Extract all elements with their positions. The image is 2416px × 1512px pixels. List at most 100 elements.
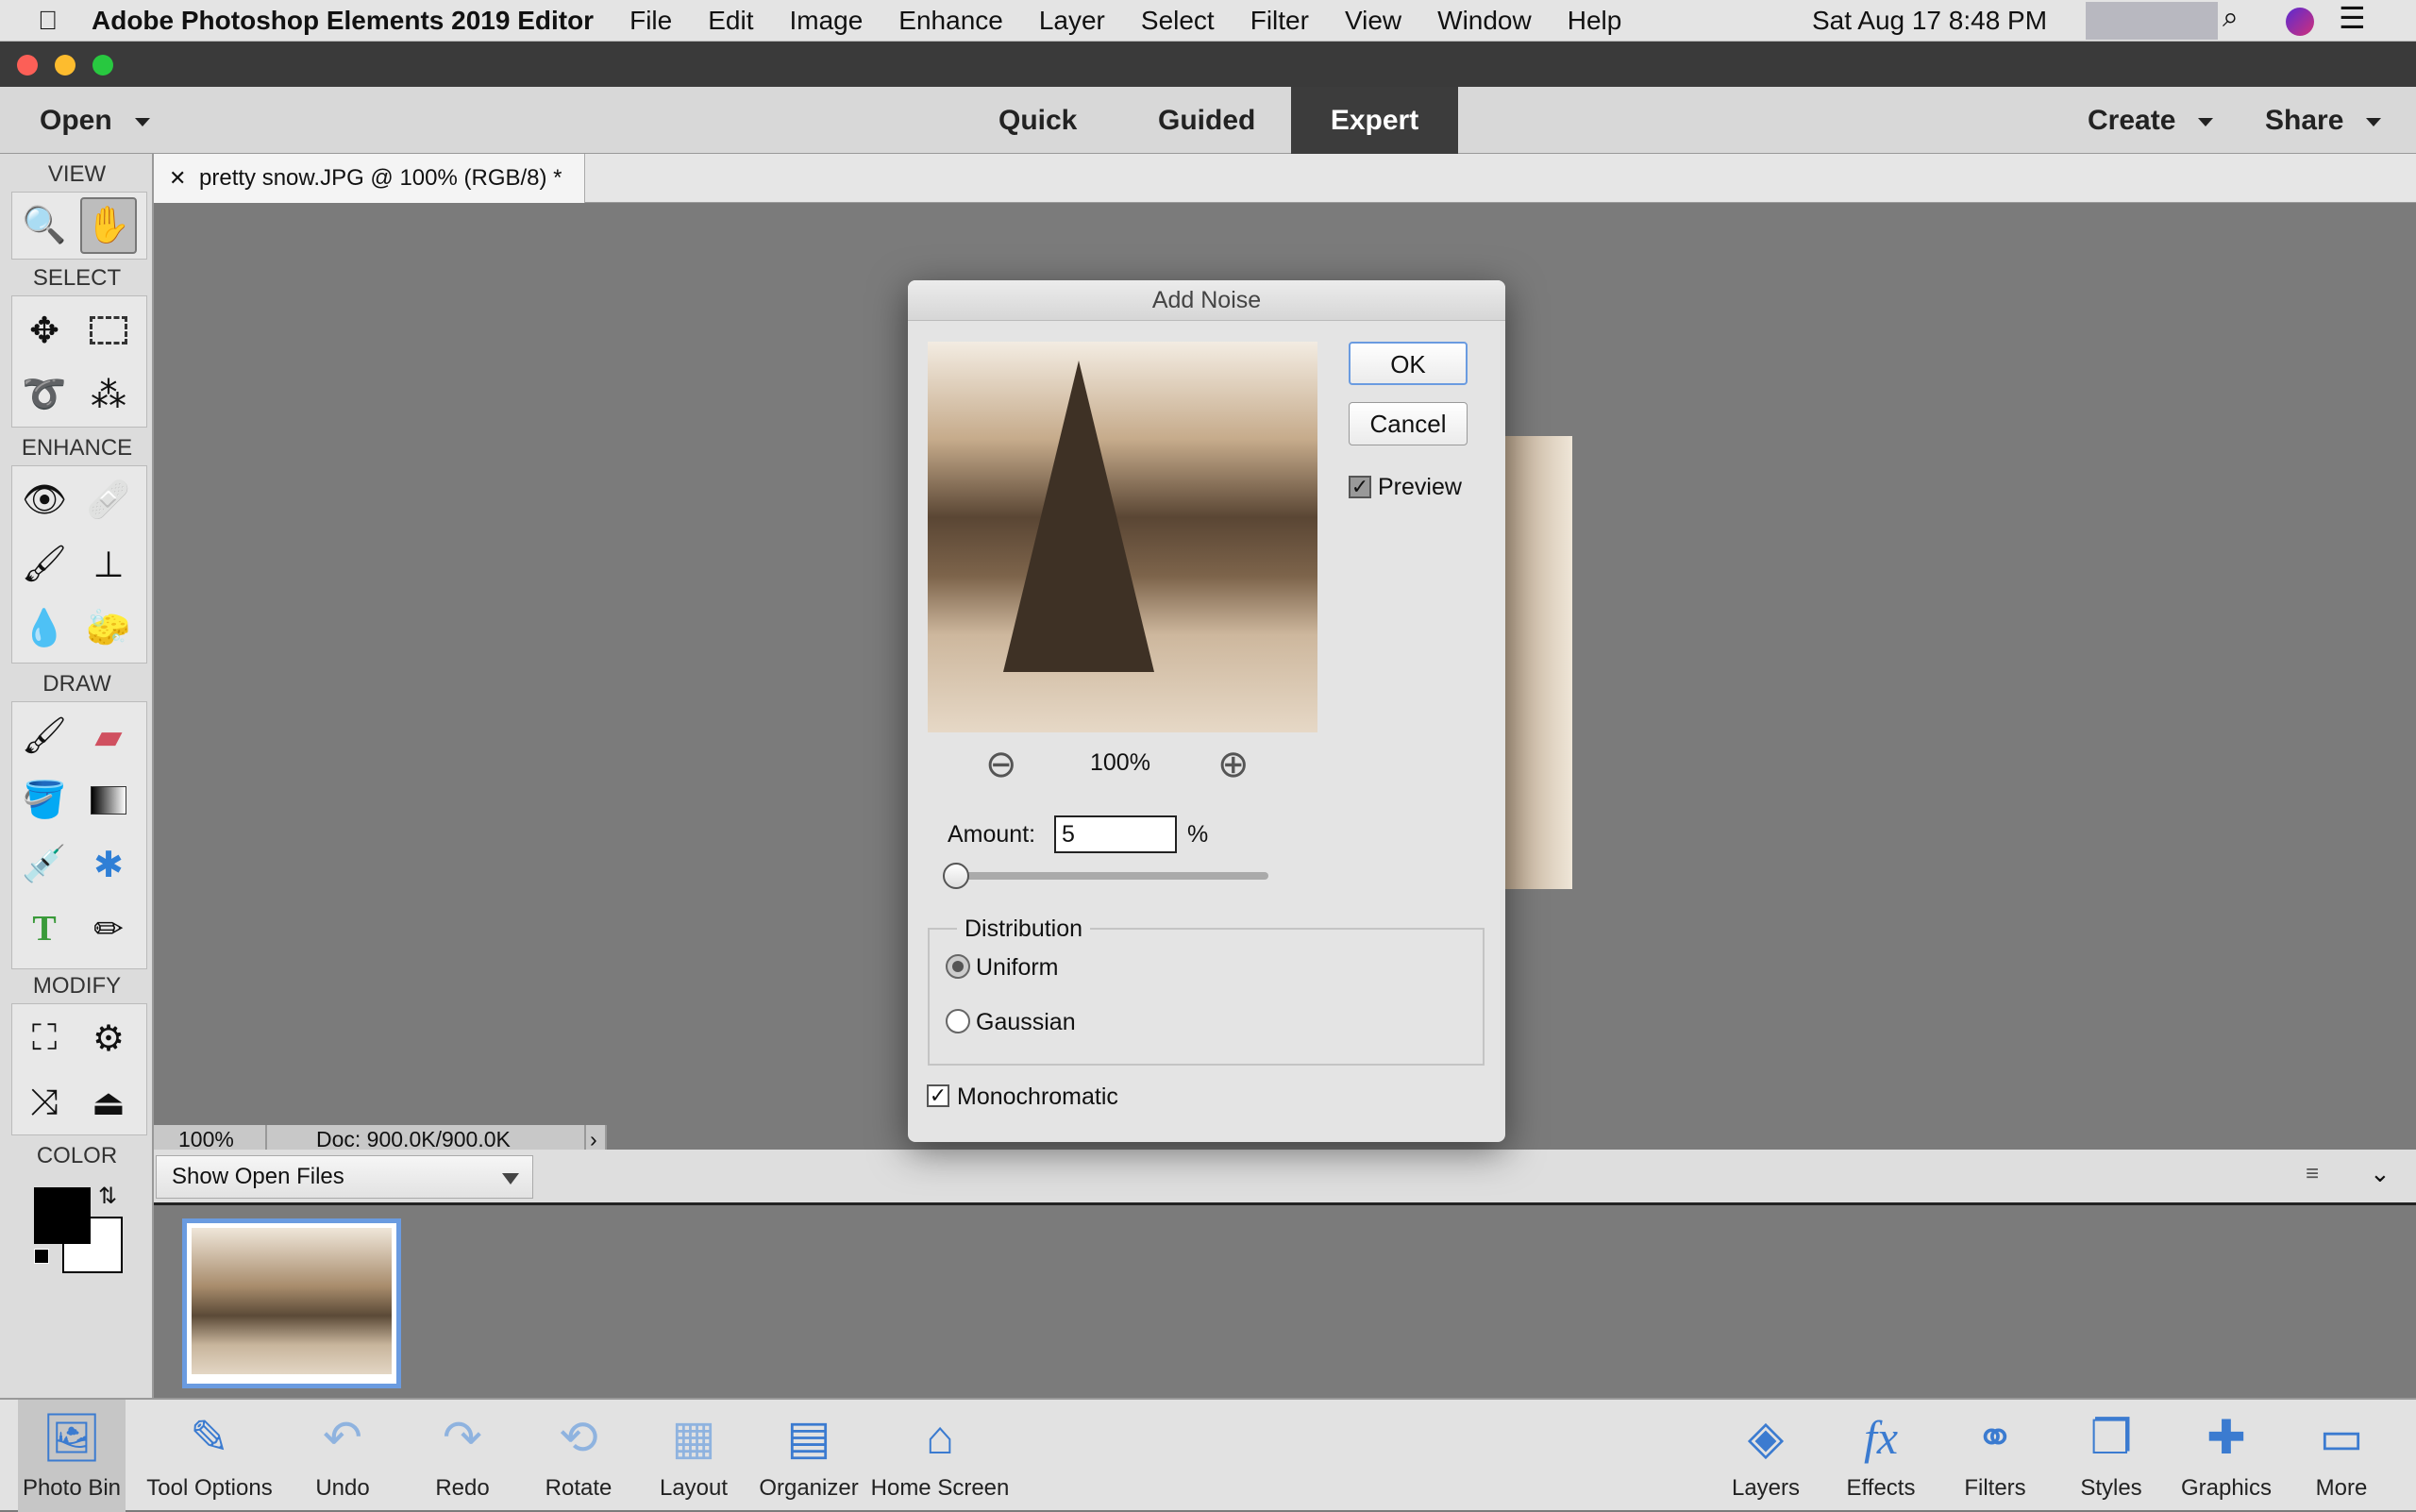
tool-options-button[interactable]: ✎ Tool Options <box>146 1400 272 1512</box>
datetime[interactable]: Sat Aug 17 8:48 PM <box>1812 6 2047 36</box>
healing-brush-icon[interactable]: 🩹 <box>80 472 137 529</box>
smart-brush-icon[interactable]: 🖌 <box>16 536 73 593</box>
pencil-tool-icon[interactable]: ✏ <box>80 900 137 957</box>
zoom-tool-icon[interactable]: 🔍 <box>16 197 73 254</box>
thumbnail-image <box>192 1228 392 1374</box>
amount-slider-track[interactable] <box>943 872 1268 880</box>
share-label: Share <box>2265 105 2344 136</box>
apple-icon[interactable]:  <box>38 6 58 36</box>
amount-input[interactable]: 5 <box>1054 815 1177 853</box>
zoom-window-button[interactable] <box>92 55 113 76</box>
type-tool-icon[interactable]: T <box>16 900 73 957</box>
styles-button[interactable]: ❐ Styles <box>2080 1400 2141 1512</box>
layout-button[interactable]: ▦ Layout <box>660 1400 728 1512</box>
tab-expert[interactable]: Expert <box>1291 87 1458 154</box>
marquee-tool-icon[interactable] <box>80 302 137 359</box>
collapse-bin-icon[interactable]: ⌄ <box>2370 1159 2391 1188</box>
photo-thumbnail[interactable] <box>182 1218 401 1388</box>
redo-button[interactable]: ↷ Redo <box>435 1400 489 1512</box>
photo-bin-button[interactable]: 🖼 Photo Bin <box>18 1400 126 1512</box>
bin-options-icon[interactable]: ≡ <box>2306 1161 2319 1187</box>
bin-source-dropdown[interactable]: Show Open Files <box>156 1155 533 1199</box>
gaussian-label: Gaussian <box>976 1009 1076 1035</box>
menu-layer[interactable]: Layer <box>1039 6 1105 36</box>
lasso-tool-icon[interactable]: ➰ <box>16 366 73 423</box>
menu-edit[interactable]: Edit <box>708 6 753 36</box>
effects-button[interactable]: fx Effects <box>1847 1400 1916 1512</box>
app-name[interactable]: Adobe Photoshop Elements 2019 Editor <box>92 6 594 36</box>
rotate-button[interactable]: ⟲ Rotate <box>545 1400 612 1512</box>
amount-label: Amount: <box>948 821 1036 848</box>
menu-file[interactable]: File <box>629 6 672 36</box>
graphics-button[interactable]: ✚ Graphics <box>2181 1400 2272 1512</box>
undo-button[interactable]: ↶ Undo <box>315 1400 369 1512</box>
eyedropper-icon[interactable]: 💉 <box>16 836 73 893</box>
swap-colors-icon[interactable]: ⇅ <box>98 1183 117 1210</box>
content-aware-move-icon[interactable]: ⤨ <box>16 1074 73 1131</box>
filter-preview-image[interactable] <box>928 342 1317 732</box>
cancel-button[interactable]: Cancel <box>1349 402 1468 445</box>
status-menu-arrow-icon[interactable]: › <box>586 1125 607 1151</box>
hand-tool-icon[interactable]: ✋ <box>80 197 137 254</box>
preview-checkbox[interactable]: ✓ <box>1349 476 1371 498</box>
redo-icon: ↷ <box>443 1411 482 1464</box>
menu-select[interactable]: Select <box>1141 6 1215 36</box>
create-button[interactable]: Create <box>2088 87 2214 154</box>
notification-center-icon[interactable]: ☰ <box>2339 0 2366 36</box>
menu-help[interactable]: Help <box>1568 6 1622 36</box>
filters-button[interactable]: ⚭ Filters <box>1964 1400 2025 1512</box>
paint-bucket-icon[interactable]: 🪣 <box>16 772 73 829</box>
recompose-tool-icon[interactable]: ⚙ <box>80 1010 137 1067</box>
close-tab-icon[interactable]: ✕ <box>169 154 186 203</box>
magic-wand-tool-icon[interactable]: ⁂ <box>80 366 137 423</box>
redo-label: Redo <box>435 1475 490 1501</box>
foreground-color-swatch[interactable] <box>34 1187 91 1244</box>
photo-bin-header: Show Open Files ≡ ⌄ <box>154 1150 2416 1205</box>
share-button[interactable]: Share <box>2265 87 2382 154</box>
amount-slider-thumb[interactable] <box>943 863 970 889</box>
layers-button[interactable]: ◈ Layers <box>1732 1400 1800 1512</box>
home-screen-button[interactable]: ⌂ Home Screen <box>871 1400 1010 1512</box>
zoom-out-icon[interactable]: ⊖ <box>985 743 1017 786</box>
blur-tool-icon[interactable]: 💧 <box>16 600 73 657</box>
custom-shape-icon[interactable]: ✱ <box>80 836 137 893</box>
tab-quick[interactable]: Quick <box>998 87 1077 154</box>
uniform-radio[interactable] <box>946 954 970 979</box>
menu-filter[interactable]: Filter <box>1250 6 1309 36</box>
default-colors-icon[interactable] <box>34 1249 49 1264</box>
brush-tool-icon[interactable]: 🖌 <box>16 708 73 764</box>
section-enhance: ENHANCE <box>21 435 133 461</box>
document-tab[interactable]: ✕ pretty snow.JPG @ 100% (RGB/8) * <box>154 154 585 203</box>
monochromatic-checkbox[interactable]: ✓ <box>927 1084 949 1107</box>
red-eye-tool-icon[interactable]: 👁 <box>16 472 73 529</box>
straighten-tool-icon[interactable]: ⏏ <box>80 1074 137 1131</box>
menu-window[interactable]: Window <box>1437 6 1532 36</box>
gradient-tool-icon[interactable] <box>80 772 137 829</box>
move-tool-icon[interactable]: ✥ <box>16 302 73 359</box>
rotate-label: Rotate <box>545 1475 612 1501</box>
sponge-tool-icon[interactable]: 🧽 <box>80 600 137 657</box>
clone-stamp-icon[interactable]: ⊥ <box>80 536 137 593</box>
crop-tool-icon[interactable]: ⛶ <box>16 1010 73 1067</box>
open-button[interactable]: Open <box>40 87 150 154</box>
more-button[interactable]: ▭ More <box>2316 1400 2368 1512</box>
search-icon[interactable]: ⌕ <box>2223 2 2239 34</box>
menu-enhance[interactable]: Enhance <box>898 6 1003 36</box>
gaussian-radio[interactable] <box>946 1009 970 1033</box>
eraser-tool-icon[interactable]: ▰ <box>80 708 137 764</box>
minimize-window-button[interactable] <box>55 55 76 76</box>
chevron-down-icon <box>2198 117 2214 126</box>
section-draw: DRAW <box>42 671 111 697</box>
home-screen-label: Home Screen <box>870 1475 1010 1501</box>
menu-view[interactable]: View <box>1345 6 1401 36</box>
zoom-level[interactable]: 100% <box>154 1125 267 1151</box>
menu-image[interactable]: Image <box>789 6 863 36</box>
ok-button[interactable]: OK <box>1349 342 1468 385</box>
zoom-in-icon[interactable]: ⊕ <box>1217 743 1250 786</box>
close-window-button[interactable] <box>17 55 38 76</box>
tab-guided[interactable]: Guided <box>1158 87 1255 154</box>
siri-icon[interactable] <box>2286 8 2314 36</box>
styles-label: Styles <box>2080 1475 2142 1501</box>
organizer-button[interactable]: ▤ Organizer <box>759 1400 858 1512</box>
styles-icon: ❐ <box>2089 1411 2133 1464</box>
